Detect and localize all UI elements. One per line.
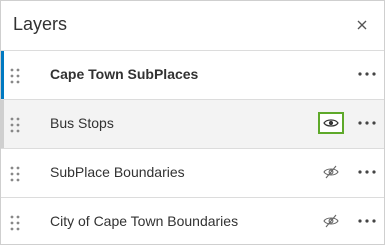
layer-item-bus-stops[interactable]: Bus Stops xyxy=(1,100,384,149)
panel-header: Layers xyxy=(1,1,384,51)
layer-label: Bus Stops xyxy=(50,115,114,131)
layer-label: SubPlace Boundaries xyxy=(50,164,185,180)
drag-handle-icon[interactable] xyxy=(10,215,20,231)
more-options-icon[interactable] xyxy=(358,66,376,82)
hover-indicator xyxy=(1,100,4,148)
drag-handle-icon[interactable] xyxy=(10,68,20,84)
drag-handle-icon[interactable] xyxy=(10,117,20,133)
layer-item-cape-town-subplaces[interactable]: Cape Town SubPlaces xyxy=(1,51,384,100)
layer-item-city-of-cape-town-boundaries[interactable]: City of Cape Town Boundaries xyxy=(1,198,384,244)
panel-title: Layers xyxy=(13,14,68,34)
selected-indicator xyxy=(1,51,4,99)
more-options-icon[interactable] xyxy=(358,213,376,229)
layer-item-subplace-boundaries[interactable]: SubPlace Boundaries xyxy=(1,149,384,198)
layer-label: City of Cape Town Boundaries xyxy=(50,213,239,229)
eye-slash-icon[interactable] xyxy=(318,210,344,232)
drag-handle-icon[interactable] xyxy=(10,166,20,182)
layers-panel: Layers Cape Town SubPlaces Bus Stops Sub… xyxy=(0,0,385,245)
eye-slash-icon[interactable] xyxy=(318,161,344,183)
more-options-icon[interactable] xyxy=(358,115,376,131)
close-icon[interactable] xyxy=(355,18,369,32)
layer-label: Cape Town SubPlaces xyxy=(50,66,199,82)
eye-icon[interactable] xyxy=(318,112,344,134)
more-options-icon[interactable] xyxy=(358,164,376,180)
